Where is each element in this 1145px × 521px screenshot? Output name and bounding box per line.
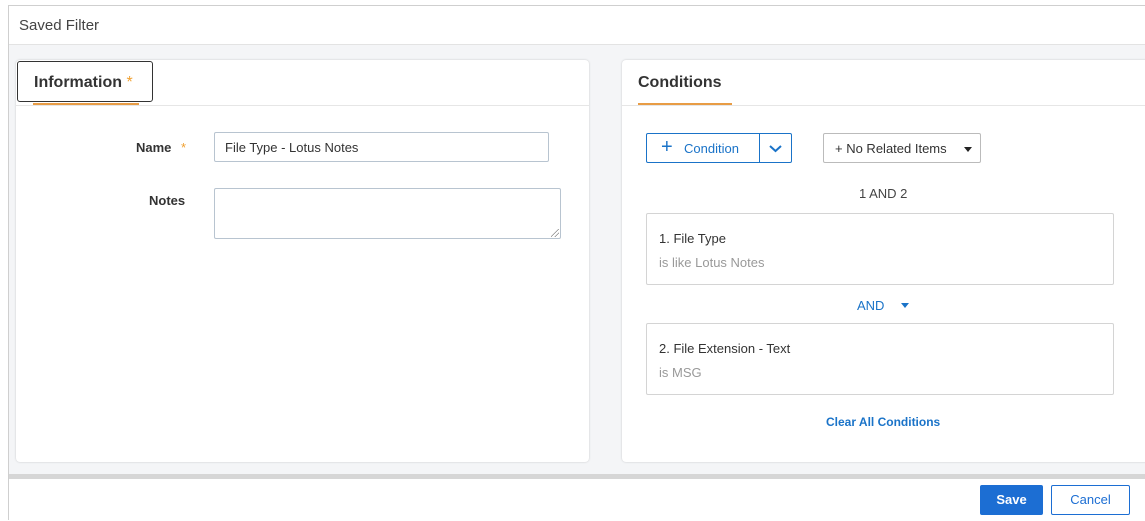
conditions-panel: Conditions + Condition + No Related Item… [622, 60, 1145, 462]
caret-down-icon [901, 303, 909, 308]
condition-item[interactable]: 2. File Extension - Text is MSG [646, 323, 1114, 395]
information-panel-header: Information * [16, 60, 589, 106]
related-items-dropdown[interactable]: + No Related Items [823, 133, 981, 163]
operator-dropdown[interactable]: AND [857, 298, 909, 313]
footer: Save Cancel [9, 479, 1145, 521]
clear-all-conditions-link[interactable]: Clear All Conditions [826, 415, 940, 429]
tab-information[interactable]: Information * [17, 61, 153, 102]
notes-textarea[interactable] [214, 188, 561, 239]
title-bar: Saved Filter [9, 6, 1145, 45]
name-required-marker: * [181, 140, 187, 155]
name-input[interactable]: File Type - Lotus Notes [214, 132, 549, 162]
condition-title: 1. File Type [659, 231, 726, 246]
save-button[interactable]: Save [980, 485, 1043, 515]
saved-filter-window: Saved Filter Information * Name * File T… [8, 5, 1145, 521]
add-condition-split-button: + Condition [646, 133, 792, 163]
notes-label: Notes [149, 193, 186, 208]
condition-detail: is like Lotus Notes [659, 255, 765, 270]
tab-conditions-underline [638, 103, 732, 105]
caret-down-icon [964, 147, 972, 152]
conditions-panel-header: Conditions [622, 60, 1145, 106]
tab-information-label: Information [34, 74, 122, 91]
condition-item[interactable]: 1. File Type is like Lotus Notes [646, 213, 1114, 285]
condition-title: 2. File Extension - Text [659, 341, 791, 356]
cancel-button[interactable]: Cancel [1051, 485, 1130, 515]
required-marker: * [126, 74, 133, 91]
add-condition-dropdown-button[interactable] [760, 134, 791, 162]
resize-grip-icon[interactable] [551, 229, 559, 237]
logic-expression: 1 AND 2 [859, 186, 908, 201]
add-condition-button[interactable]: + Condition [647, 134, 760, 162]
name-label: Name * [136, 140, 187, 155]
window-title: Saved Filter [19, 17, 100, 34]
chevron-down-icon [769, 145, 782, 153]
condition-detail: is MSG [659, 365, 702, 380]
tab-information-underline [33, 103, 139, 105]
tab-conditions[interactable]: Conditions [638, 74, 722, 92]
information-panel: Information * Name * File Type - Lotus N… [16, 60, 589, 462]
plus-icon: + [661, 136, 673, 158]
